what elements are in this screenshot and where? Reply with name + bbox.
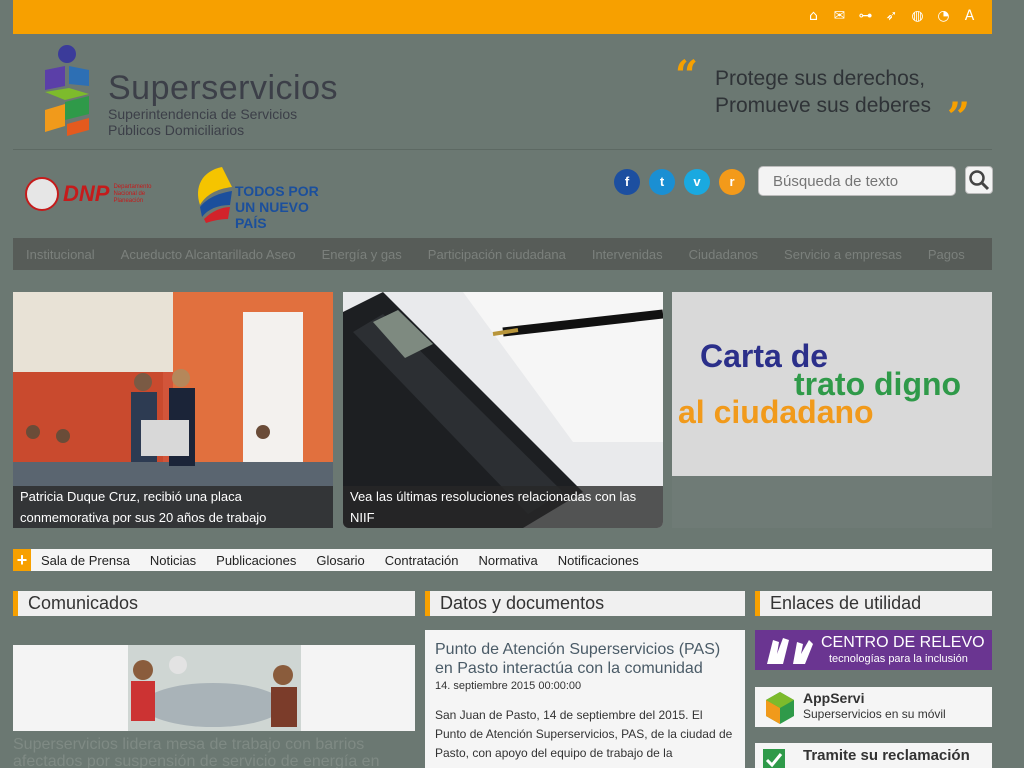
quote-open-icon: “ — [675, 52, 699, 99]
tramite-reclamacion-link[interactable]: Tramite su reclamación — [755, 743, 992, 768]
nav-item-energia[interactable]: Energía y gas — [322, 247, 402, 262]
nav-item-participacion[interactable]: Participación ciudadana — [428, 247, 566, 262]
slogan-line2: Promueve sus deberes — [715, 94, 931, 117]
sitemap-icon[interactable]: ⊶ — [857, 8, 874, 25]
nav-item-ciudadanos[interactable]: Ciudadanos — [689, 247, 758, 262]
appservi-title: AppServi — [803, 690, 865, 706]
font-icon[interactable]: A — [961, 8, 978, 25]
rss-icon[interactable]: r — [719, 169, 745, 195]
dnp-label: DNP — [63, 181, 110, 206]
secondary-nav: + Sala de Prensa Noticias Publicaciones … — [13, 549, 992, 571]
site-header: Superservicios Superintendencia de Servi… — [13, 34, 992, 150]
dnp-logo[interactable]: DNP Departamento Nacional de Planeación — [25, 177, 173, 211]
datos-title[interactable]: Punto de Atención Superservicios (PAS) e… — [435, 640, 735, 678]
nav-item-servicio-empresas[interactable]: Servicio a empresas — [784, 247, 902, 262]
nav-item-intervenidas[interactable]: Intervenidas — [592, 247, 663, 262]
slide-title-line3: al ciudadano — [678, 394, 874, 430]
twitter-icon[interactable]: t — [649, 169, 675, 195]
slide-card[interactable]: Vea las últimas resoluciones relacionada… — [343, 292, 663, 528]
subnav-contratacion[interactable]: Contratación — [385, 553, 459, 568]
globe-icon[interactable]: ◍ — [909, 8, 926, 25]
section-enlaces: Enlaces de utilidad — [755, 591, 992, 616]
brand-sub2: Públicos Domiciliarios — [108, 122, 245, 138]
subnav-sala-de-prensa[interactable]: Sala de Prensa — [41, 553, 130, 568]
meeting-photo — [13, 645, 415, 731]
subnav-publicaciones[interactable]: Publicaciones — [216, 553, 296, 568]
datos-item[interactable]: Punto de Atención Superservicios (PAS) e… — [425, 630, 745, 768]
dnp-small: Departamento Nacional de Planeación — [113, 183, 152, 204]
tpun-label: TODOS POR UN NUEVO PAÍS — [235, 183, 319, 231]
appservi-icon — [766, 692, 794, 724]
relevo-sub: tecnologías para la inclusión — [829, 653, 968, 665]
nav-item-acueducto[interactable]: Acueducto Alcantarillado Aseo — [121, 247, 296, 262]
nav-item-institucional[interactable]: Institucional — [26, 247, 95, 262]
search-input[interactable] — [758, 166, 956, 196]
relevo-title: CENTRO DE RELEVO — [821, 634, 985, 651]
top-bar: ⌂ ✉ ⊶ ➶ ◍ ◔ A — [13, 0, 992, 34]
search-icon — [969, 170, 990, 191]
slide-banner: Carta de trato digno al ciudadano — [672, 292, 992, 476]
centro-de-relevo-link[interactable]: CENTRO DE RELEVO tecnologías para la inc… — [755, 630, 992, 670]
main-nav: Institucional Acueducto Alcantarillado A… — [13, 238, 992, 270]
pencil-check-icon — [763, 749, 785, 768]
subnav-notificaciones[interactable]: Notificaciones — [558, 553, 639, 568]
slide-card[interactable]: Patricia Duque Cruz, recibió una placa c… — [13, 292, 333, 528]
home-icon[interactable]: ⌂ — [805, 8, 822, 25]
slide-caption-area — [672, 476, 992, 528]
subnav-noticias[interactable]: Noticias — [150, 553, 196, 568]
brand-sub1: Superintendencia de Servicios — [108, 106, 298, 122]
quote-close-icon: ” — [947, 94, 971, 141]
datos-date: 14. septiembre 2015 00:00:00 — [435, 680, 582, 692]
comunicado-image[interactable] — [13, 645, 415, 731]
top-icons: ⌂ ✉ ⊶ ➶ ◍ ◔ A — [805, 8, 978, 25]
facebook-icon[interactable]: f — [614, 169, 640, 195]
slide-caption: Patricia Duque Cruz, recibió una placa c… — [13, 486, 333, 528]
appservi-link[interactable]: AppServi Superservicios en su móvil — [755, 687, 992, 727]
search-button[interactable] — [965, 166, 993, 194]
superservicios-logo-icon[interactable] — [39, 44, 95, 139]
datos-body: San Juan de Pasto, 14 de septiembre del … — [435, 708, 733, 760]
appservi-sub: Superservicios en su móvil — [803, 707, 946, 721]
vimeo-icon[interactable]: v — [684, 169, 710, 195]
section-datos: Datos y documentos — [425, 591, 745, 616]
subnav-glosario[interactable]: Glosario — [316, 553, 364, 568]
tramite-title: Tramite su reclamación — [803, 747, 970, 764]
slogan-line1: Protege sus derechos, — [715, 67, 926, 90]
clock-icon[interactable]: ◔ — [935, 8, 952, 25]
colombia-seal-icon — [25, 177, 59, 211]
mail-icon[interactable]: ✉ — [831, 8, 848, 25]
slide-caption: Vea las últimas resoluciones relacionada… — [343, 486, 663, 528]
slide-card[interactable]: Carta de trato digno al ciudadano — [672, 292, 992, 528]
social-icons: f t v r — [614, 169, 745, 195]
slogan: Protege sus derechos, Promueve sus deber… — [715, 65, 931, 119]
brand: Superservicios Superintendencia de Servi… — [108, 70, 338, 138]
hands-icon — [767, 638, 813, 664]
comunicado-title[interactable]: Superservicios lidera mesa de trabajo co… — [13, 736, 415, 768]
rocket-icon[interactable]: ➶ — [883, 8, 900, 25]
brand-name: Superservicios — [108, 69, 338, 107]
nav-item-pagos[interactable]: Pagos — [928, 247, 965, 262]
todos-por-un-nuevo-pais-logo[interactable]: TODOS POR UN NUEVO PAÍS — [192, 165, 342, 231]
colombia-flag-icon — [198, 167, 232, 223]
subnav-normativa[interactable]: Normativa — [479, 553, 538, 568]
plus-icon[interactable]: + — [13, 549, 31, 571]
section-comunicados: Comunicados — [13, 591, 415, 616]
